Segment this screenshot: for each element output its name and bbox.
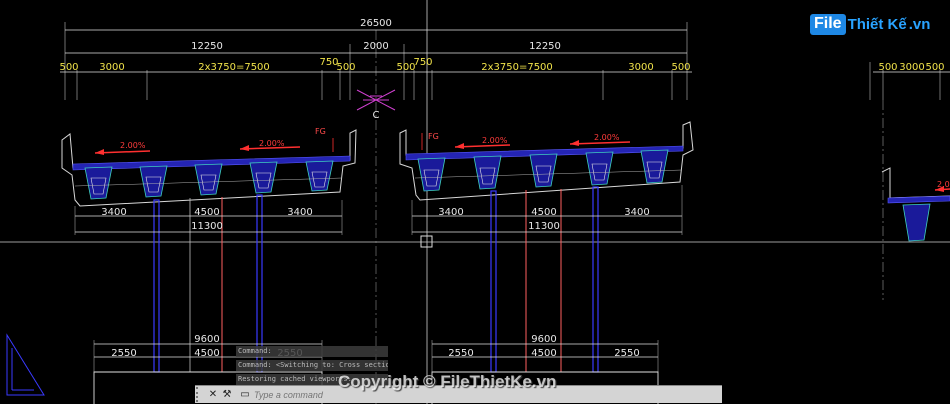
slope-label-l2: 2.00% (259, 139, 285, 148)
copyright-watermark: Copyright © FileThietKe.vn (338, 372, 557, 391)
dim-pier-left-1: 4500 (194, 207, 219, 218)
dim-footing-total-right: 9600 (531, 334, 556, 345)
deck-far-right: 2.00% (881, 100, 950, 300)
dim-sub-right-1: 750 (413, 57, 432, 68)
cad-drawing-canvas[interactable]: C 26500 12250 2000 12250 500 3000 2x3750… (0, 0, 950, 404)
dim-pier-right-2: 3400 (624, 207, 649, 218)
dim-sub-far-0: 500 (878, 62, 897, 73)
dim-footing-right-1: 4500 (531, 348, 556, 359)
dim-footing-left-0: 2550 (111, 348, 136, 359)
dim-sub-row: 500 3000 2x3750=7500 750 500 500 750 2x3… (59, 57, 950, 73)
wrench-icon[interactable]: ⚒ (220, 387, 234, 402)
dim-pier-left-0: 3400 (101, 207, 126, 218)
dim-pier-total-left: 11300 (191, 221, 223, 232)
dim-sub-far-1: 3000 (899, 62, 924, 73)
dim-pier-left-2: 3400 (287, 207, 312, 218)
logo-file: File (810, 14, 846, 35)
dim-pier-total-right: 11300 (528, 221, 560, 232)
dim-footing-right: 9600 2550 4500 2550 (431, 334, 659, 372)
dim-sub-left-1: 3000 (99, 62, 124, 73)
dim-halves: 12250 2000 12250 (65, 41, 687, 54)
extension-lines (64, 22, 941, 100)
dim-sub-left-0: 500 (59, 62, 78, 73)
dim-half-right: 12250 (529, 41, 561, 52)
dim-sub-left-4: 500 (336, 62, 355, 73)
dim-pier-right: 3400 4500 3400 11300 (411, 185, 683, 235)
command-history-line-0: Command: (236, 346, 388, 357)
centerline-label: C (373, 110, 380, 121)
dim-median: 2000 (363, 41, 388, 52)
dim-sub-right-4: 500 (671, 62, 690, 73)
dim-pier-right-0: 3400 (438, 207, 463, 218)
command-prompt-icon[interactable]: ▭ (238, 387, 252, 402)
pickbox-cursor (420, 235, 433, 248)
dim-footing-total-left: 9600 (194, 334, 219, 345)
dim-overall-label: 26500 (360, 18, 392, 29)
slope-arrows-left: 2.00% 2.00% FG (94, 127, 334, 155)
dim-sub-left-2: 2x3750=7500 (198, 62, 270, 73)
fg-label-right: FG (428, 132, 439, 141)
slope-label-far: 2.00% (937, 180, 950, 189)
deck-right (399, 121, 694, 201)
deck-left (61, 129, 357, 207)
slope-label-r1: 2.00% (482, 136, 508, 145)
slope-arrows-right: 2.00% 2.00% FG (421, 132, 631, 150)
dim-footing-left-1: 4500 (194, 348, 219, 359)
fg-label-left: FG (315, 127, 326, 136)
dim-pier-right-1: 4500 (531, 207, 556, 218)
ucs-icon (6, 333, 45, 396)
dim-sub-right-2: 2x3750=7500 (481, 62, 553, 73)
site-logo: File Thiết Kế .vn (810, 14, 930, 35)
slope-label-l1: 2.00% (120, 141, 146, 150)
close-icon[interactable]: ✕ (206, 387, 220, 402)
dim-half-left: 12250 (191, 41, 223, 52)
dim-footing-right-2: 2550 (614, 348, 639, 359)
command-history-line-1: Command: <Switching to: Cross section> (236, 360, 388, 371)
slope-label-r2: 2.00% (594, 133, 620, 142)
dim-sub-far-2: 500 (925, 62, 944, 73)
drag-handle[interactable] (196, 387, 206, 402)
dim-footing-right-0: 2550 (448, 348, 473, 359)
logo-domain: .vn (908, 16, 931, 33)
dim-pier-left: 3400 4500 3400 11300 (74, 200, 343, 235)
dim-sub-right-3: 3000 (628, 62, 653, 73)
logo-brand: Thiết Kế (847, 16, 907, 33)
dim-overall: 26500 (65, 18, 687, 31)
